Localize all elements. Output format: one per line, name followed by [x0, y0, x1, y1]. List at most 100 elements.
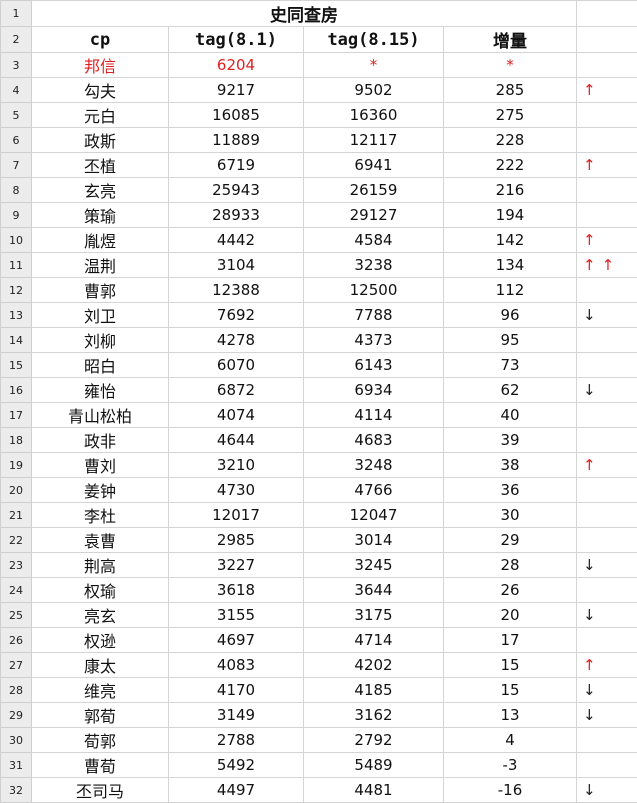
- cell-increase[interactable]: 73: [444, 353, 577, 378]
- cell-cp[interactable]: 雍怡: [32, 378, 169, 403]
- cell-tag-8-1[interactable]: 4074: [169, 403, 304, 428]
- cell-tag-8-15[interactable]: 7788: [304, 303, 444, 328]
- cell-increase[interactable]: 216: [444, 178, 577, 203]
- cell-tag-8-15[interactable]: 16360: [304, 103, 444, 128]
- cell-increase[interactable]: 15: [444, 653, 577, 678]
- cell-increase[interactable]: 28: [444, 553, 577, 578]
- cell-cp[interactable]: 勾夫: [32, 78, 169, 103]
- cell-cp[interactable]: 刘卫: [32, 303, 169, 328]
- cell-cp[interactable]: 亮玄: [32, 603, 169, 628]
- cell-tag-8-15[interactable]: 4766: [304, 478, 444, 503]
- cell-tag-8-15[interactable]: 6941: [304, 153, 444, 178]
- cell-cp[interactable]: 曹郭: [32, 278, 169, 303]
- cell-increase[interactable]: 39: [444, 428, 577, 453]
- cell-tag-8-15[interactable]: 5489: [304, 753, 444, 778]
- cell-tag-8-15[interactable]: 3175: [304, 603, 444, 628]
- cell-trend-arrow[interactable]: [577, 328, 637, 353]
- cell-tag-8-1[interactable]: 4278: [169, 328, 304, 353]
- row-number[interactable]: 6: [1, 128, 32, 153]
- row-number[interactable]: 8: [1, 178, 32, 203]
- cell-cp[interactable]: 刘柳: [32, 328, 169, 353]
- cell-trend-arrow[interactable]: ↓: [577, 678, 637, 703]
- cell-increase[interactable]: 30: [444, 503, 577, 528]
- cell-tag-8-15[interactable]: 3238: [304, 253, 444, 278]
- cell-trend-arrow[interactable]: ↓: [577, 378, 637, 403]
- cell-tag-8-1[interactable]: 9217: [169, 78, 304, 103]
- cell-increase[interactable]: 95: [444, 328, 577, 353]
- cell-tag-8-1[interactable]: 7692: [169, 303, 304, 328]
- cell-increase[interactable]: 15: [444, 678, 577, 703]
- row-number[interactable]: 14: [1, 328, 32, 353]
- cell-trend-arrow[interactable]: ↑: [577, 228, 637, 253]
- cell-increase[interactable]: 36: [444, 478, 577, 503]
- cell-tag-8-15[interactable]: 4114: [304, 403, 444, 428]
- cell-tag-8-1[interactable]: 6872: [169, 378, 304, 403]
- row-number[interactable]: 17: [1, 403, 32, 428]
- cell-tag-8-1[interactable]: 12017: [169, 503, 304, 528]
- cell-increase[interactable]: 4: [444, 728, 577, 753]
- cell-tag-8-1[interactable]: 3618: [169, 578, 304, 603]
- cell-increase[interactable]: -16: [444, 778, 577, 803]
- cell-tag-8-1[interactable]: 11889: [169, 128, 304, 153]
- cell-cp[interactable]: 维亮: [32, 678, 169, 703]
- row-number[interactable]: 28: [1, 678, 32, 703]
- cell-trend-arrow[interactable]: [577, 353, 637, 378]
- cell[interactable]: [577, 1, 637, 27]
- cell-trend-arrow[interactable]: ↓: [577, 553, 637, 578]
- cell-increase[interactable]: 96: [444, 303, 577, 328]
- row-number[interactable]: 1: [1, 1, 32, 27]
- row-number[interactable]: 30: [1, 728, 32, 753]
- cell-increase[interactable]: 13: [444, 703, 577, 728]
- cell-tag-8-1[interactable]: 2985: [169, 528, 304, 553]
- row-number[interactable]: 3: [1, 53, 32, 78]
- cell-tag-8-15[interactable]: 4481: [304, 778, 444, 803]
- cell-tag-8-1[interactable]: 3104: [169, 253, 304, 278]
- row-number[interactable]: 10: [1, 228, 32, 253]
- cell-tag-8-15[interactable]: 2792: [304, 728, 444, 753]
- cell-increase[interactable]: 194: [444, 203, 577, 228]
- row-number[interactable]: 4: [1, 78, 32, 103]
- row-number[interactable]: 31: [1, 753, 32, 778]
- row-number[interactable]: 27: [1, 653, 32, 678]
- cell-tag-8-15[interactable]: 4584: [304, 228, 444, 253]
- cell-tag-8-1[interactable]: 2788: [169, 728, 304, 753]
- cell-tag-8-1[interactable]: 12388: [169, 278, 304, 303]
- cell-trend-arrow[interactable]: ↑: [577, 153, 637, 178]
- row-number[interactable]: 2: [1, 27, 32, 53]
- cell-trend-arrow[interactable]: [577, 178, 637, 203]
- cell-cp[interactable]: 青山松柏: [32, 403, 169, 428]
- cell-tag-8-15[interactable]: 9502: [304, 78, 444, 103]
- cell-cp[interactable]: 康太: [32, 653, 169, 678]
- cell-increase[interactable]: 228: [444, 128, 577, 153]
- cell-tag-8-15[interactable]: *: [304, 53, 444, 78]
- cell-increase[interactable]: 285: [444, 78, 577, 103]
- cell-tag-8-1[interactable]: 4697: [169, 628, 304, 653]
- row-number[interactable]: 9: [1, 203, 32, 228]
- cell-tag-8-15[interactable]: 12117: [304, 128, 444, 153]
- cell-tag-8-15[interactable]: 26159: [304, 178, 444, 203]
- cell-tag-8-1[interactable]: 4442: [169, 228, 304, 253]
- cell-trend-arrow[interactable]: [577, 278, 637, 303]
- cell-cp[interactable]: 丕司马: [32, 778, 169, 803]
- cell-cp[interactable]: 邦信: [32, 53, 169, 78]
- cell-tag-8-1[interactable]: 6070: [169, 353, 304, 378]
- row-number[interactable]: 32: [1, 778, 32, 803]
- cell-tag-8-15[interactable]: 3248: [304, 453, 444, 478]
- cell-cp[interactable]: 政斯: [32, 128, 169, 153]
- cell-trend-arrow[interactable]: [577, 753, 637, 778]
- cell-trend-arrow[interactable]: ↑: [577, 453, 637, 478]
- cell-tag-8-15[interactable]: 3162: [304, 703, 444, 728]
- cell-increase[interactable]: 142: [444, 228, 577, 253]
- row-number[interactable]: 19: [1, 453, 32, 478]
- cell-tag-8-15[interactable]: 3644: [304, 578, 444, 603]
- cell-trend-arrow[interactable]: [577, 403, 637, 428]
- cell-increase[interactable]: 38: [444, 453, 577, 478]
- row-number[interactable]: 13: [1, 303, 32, 328]
- cell-tag-8-1[interactable]: 3155: [169, 603, 304, 628]
- cell-trend-arrow[interactable]: ↑↑: [577, 253, 637, 278]
- row-number[interactable]: 16: [1, 378, 32, 403]
- cell-increase[interactable]: 112: [444, 278, 577, 303]
- row-number[interactable]: 18: [1, 428, 32, 453]
- cell-tag-8-15[interactable]: 4185: [304, 678, 444, 703]
- cell-trend-arrow[interactable]: ↓: [577, 603, 637, 628]
